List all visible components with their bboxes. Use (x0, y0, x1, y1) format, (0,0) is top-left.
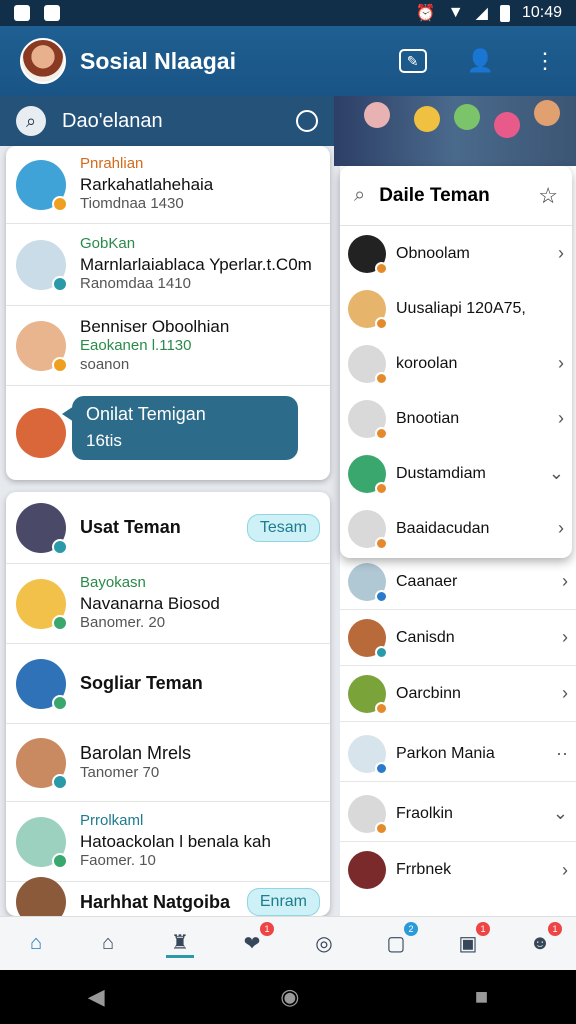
popup-item[interactable]: Dustamdiam ⌄ (340, 446, 572, 501)
avatar-icon[interactable]: ☻ 1 (526, 921, 562, 958)
notification-icon (14, 5, 30, 21)
battery-icon (499, 4, 510, 22)
search-icon[interactable]: ⌕ (16, 106, 46, 136)
avatar (16, 737, 68, 790)
chevron-right-icon[interactable]: › (558, 243, 564, 264)
add-person-icon[interactable]: 👤 (467, 48, 494, 74)
message-icon[interactable]: ▢ 2 (382, 921, 418, 958)
chevron-right-icon[interactable]: › (562, 571, 568, 592)
wifi-icon: ▼ (447, 4, 464, 21)
contact-item[interactable]: Oarcbinn › (340, 666, 576, 722)
star-icon[interactable]: ☆ (538, 183, 558, 209)
avatar (348, 509, 388, 550)
system-navigation: ◀ ◉ ■ (0, 970, 576, 1024)
list-item[interactable]: Barolan Mrels Tanomer 70 (6, 724, 330, 802)
list-item[interactable]: Bayokasn Navanarna Biosod Banomer. 20 (6, 564, 330, 644)
chevron-right-icon[interactable]: › (562, 627, 568, 648)
heart-icon[interactable]: ❤ 1 (238, 921, 274, 958)
find-friends-popup: ⌕ Daile Teman ☆ Obnoolam › Uusaliapi 120… (340, 166, 572, 558)
search-text: Dao'elanan (62, 109, 163, 132)
home-icon[interactable]: ⌂ (22, 930, 50, 958)
chats-card: Pnrahlian Rarkahatlahehaia Tiomdnaa 1430… (6, 146, 330, 480)
list-item[interactable]: Usat Teman Tesam (6, 492, 330, 564)
avatar (348, 399, 388, 440)
contact-item[interactable]: Fraolkin ⌄ (340, 786, 576, 842)
app-avatar[interactable] (20, 38, 66, 84)
contact-item[interactable]: Parkon Mania ·· (340, 726, 576, 782)
home-button-icon[interactable]: ◉ (280, 984, 299, 1010)
more-icon[interactable]: ⋮ (534, 48, 556, 74)
edit-icon[interactable]: ✎ (398, 49, 427, 73)
list-item[interactable]: Harhhat Natgoiba Enram (6, 877, 330, 916)
chevron-right-icon[interactable]: › (562, 683, 568, 704)
avatar (348, 794, 388, 835)
avatar (348, 734, 388, 775)
avatar (348, 344, 388, 385)
bottom-navigation: ⌂ ⌂ ♜ ❤ 1 ◎ ▢ 2 ▣ 1 ☻ 1 (0, 916, 576, 970)
avatar (16, 239, 68, 292)
popup-item[interactable]: Uusaliapi 120A75, (340, 281, 572, 336)
more-dots-icon[interactable]: ·· (556, 743, 568, 764)
avatar (16, 877, 66, 916)
search-bar[interactable]: ⌕ Dao'elanan (0, 96, 334, 146)
avatar (16, 502, 68, 555)
banner-image (334, 96, 576, 166)
chat-item[interactable]: Benniser Oboolhian Eaokanen l.1130 soano… (6, 306, 330, 386)
contact-item[interactable]: Canisdn › (340, 610, 576, 666)
enram-button[interactable]: Enram (246, 888, 320, 916)
tesam-button[interactable]: Tesam (246, 513, 320, 542)
search-icon[interactable]: ⌕ (354, 184, 365, 207)
contact-item[interactable]: Caanaer › (340, 554, 576, 610)
popup-title: Daile Teman (379, 184, 490, 206)
friends-card: Usat Teman Tesam Bayokasn Navanarna Bios… (6, 492, 330, 916)
avatar (16, 658, 68, 711)
screen-icon[interactable]: ▣ 1 (454, 921, 490, 958)
chevron-down-icon[interactable]: ⌄ (549, 463, 564, 484)
status-bar: ⏰ ▼ ◢ 10:49 (0, 0, 576, 26)
alarm-icon: ⏰ (415, 5, 436, 22)
list-item[interactable]: Sogliar Teman (6, 644, 330, 724)
chevron-right-icon[interactable]: › (562, 860, 568, 881)
avatar (348, 454, 388, 495)
camera-icon[interactable]: ◎ (310, 930, 338, 958)
avatar (16, 320, 68, 373)
list-item[interactable]: Prrolkaml Hatoackolan l benala kah Faome… (6, 802, 330, 882)
chevron-right-icon[interactable]: › (558, 518, 564, 539)
avatar (348, 674, 388, 715)
chevron-down-icon[interactable]: ⌄ (553, 803, 568, 824)
recents-icon[interactable]: ■ (475, 984, 488, 1010)
avatar (16, 408, 66, 458)
signal-icon: ◢ (475, 5, 488, 22)
chevron-right-icon[interactable]: › (558, 408, 564, 429)
popup-item[interactable]: Bnootian › (340, 391, 572, 446)
app-title: Sosial Nlaagai (80, 47, 236, 74)
avatar (348, 851, 386, 889)
avatar (16, 816, 68, 869)
contact-item[interactable]: Frrbnek › (340, 842, 576, 898)
refresh-icon[interactable] (296, 110, 318, 132)
clock: 10:49 (521, 4, 562, 21)
avatar (348, 562, 388, 603)
popup-item[interactable]: Baaidacudan › (340, 501, 572, 556)
avatar (348, 234, 388, 275)
avatar (16, 159, 68, 212)
profile-icon[interactable]: ♜ (166, 930, 194, 958)
popup-item[interactable]: Obnoolam › (340, 226, 572, 281)
avatar (348, 289, 388, 330)
avatar (348, 618, 388, 659)
message-bubble[interactable]: Onilat Temigan 16tis (62, 396, 298, 460)
chat-item[interactable]: GobKan Marnlarlaiablaca Yperlar.t.C0m Ra… (6, 224, 330, 306)
popup-header: ⌕ Daile Teman ☆ (340, 166, 572, 226)
chevron-right-icon[interactable]: › (558, 353, 564, 374)
popup-item[interactable]: koroolan › (340, 336, 572, 391)
house-outline-icon[interactable]: ⌂ (94, 930, 122, 958)
avatar (16, 578, 68, 631)
calendar-icon (44, 5, 60, 21)
chat-item[interactable]: Pnrahlian Rarkahatlahehaia Tiomdnaa 1430 (6, 146, 330, 224)
back-icon[interactable]: ◀ (88, 984, 105, 1010)
app-bar: Sosial Nlaagai ✎ 👤 ⋮ (0, 26, 576, 96)
